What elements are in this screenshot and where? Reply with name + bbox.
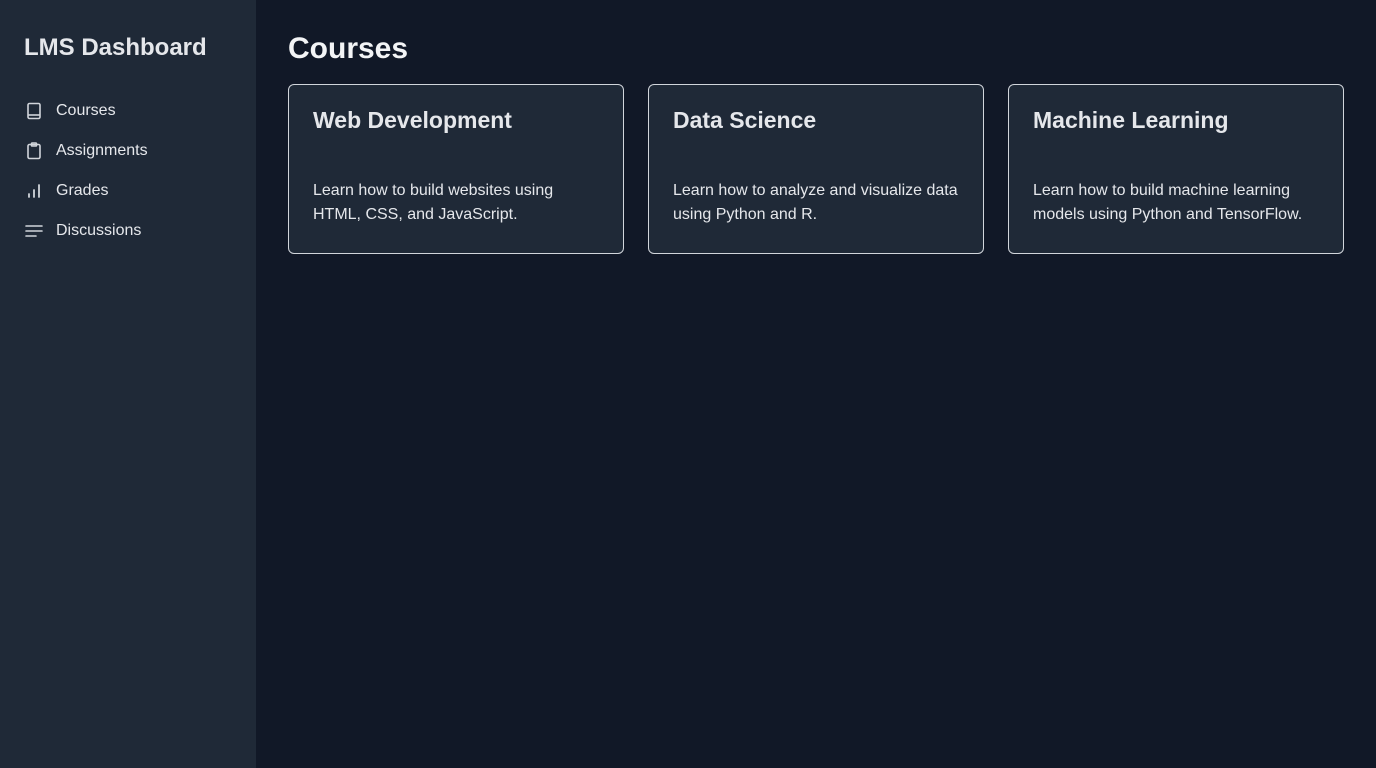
bar-chart-icon — [24, 181, 44, 201]
sidebar-item-label: Courses — [56, 102, 116, 119]
sidebar-item-label: Assignments — [56, 142, 148, 159]
sidebar-item-assignments[interactable]: Assignments — [24, 131, 232, 171]
sidebar-item-label: Discussions — [56, 222, 142, 239]
course-title: Machine Learning — [1033, 107, 1229, 133]
course-title: Data Science — [673, 107, 817, 133]
course-card[interactable]: Web Development Learn how to build websi… — [288, 84, 624, 254]
course-cards: Web Development Learn how to build websi… — [288, 84, 1344, 254]
app-brand: LMS Dashboard — [24, 34, 207, 61]
sidebar-item-discussions[interactable]: Discussions — [24, 211, 232, 251]
sidebar: LMS Dashboard Courses Assignments Grades… — [0, 0, 256, 768]
sidebar-item-grades[interactable]: Grades — [24, 171, 232, 211]
app-root: LMS Dashboard Courses Assignments Grades… — [0, 0, 1376, 768]
sidebar-nav: Courses Assignments Grades Discussions — [24, 91, 232, 251]
sidebar-item-courses[interactable]: Courses — [24, 91, 232, 131]
course-description: Learn how to build machine learning mode… — [1033, 182, 1303, 223]
book-icon — [24, 101, 44, 121]
clipboard-icon — [24, 141, 44, 161]
course-description: Learn how to analyze and visualize data … — [673, 182, 958, 223]
course-card[interactable]: Machine Learning Learn how to build mach… — [1008, 84, 1344, 254]
list-icon — [24, 221, 44, 241]
course-title: Web Development — [313, 107, 512, 133]
course-description: Learn how to build websites using HTML, … — [313, 182, 554, 223]
main-content: Courses Web Development Learn how to bui… — [256, 0, 1376, 768]
sidebar-item-label: Grades — [56, 182, 109, 199]
course-card[interactable]: Data Science Learn how to analyze and vi… — [648, 84, 984, 254]
page-title: Courses — [288, 32, 409, 65]
